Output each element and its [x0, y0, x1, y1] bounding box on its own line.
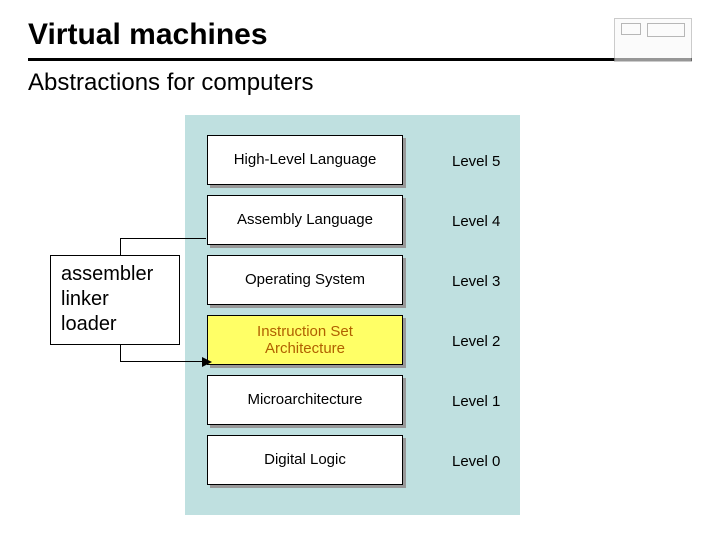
level-label: Level 1 — [452, 393, 500, 410]
level-label: Level 4 — [452, 213, 500, 230]
level-label: Level 2 — [452, 333, 500, 350]
layer-label: Instruction SetArchitecture — [207, 315, 403, 365]
layer-os: Operating System — [207, 255, 403, 305]
layer-label: Assembly Language — [207, 195, 403, 245]
layer-asm: Assembly Language — [207, 195, 403, 245]
diagram-panel: High-Level Language Level 5 Assembly Lan… — [185, 115, 520, 515]
callout-assembler: assembler linker loader — [50, 255, 180, 345]
layer-hll: High-Level Language — [207, 135, 403, 185]
title-divider — [28, 58, 692, 61]
callout-line: linker — [61, 287, 169, 312]
layer-label: Microarchitecture — [207, 375, 403, 425]
level-label: Level 5 — [452, 153, 500, 170]
slide-subtitle: Abstractions for computers — [28, 69, 692, 97]
layer-microarch: Microarchitecture — [207, 375, 403, 425]
callout-line: assembler — [61, 262, 169, 287]
connector-top — [120, 238, 206, 255]
layer-digital-logic: Digital Logic — [207, 435, 403, 485]
layer-isa: Instruction SetArchitecture — [207, 315, 403, 365]
corner-decoration — [614, 18, 692, 62]
callout-line: loader — [61, 312, 169, 337]
layer-label: High-Level Language — [207, 135, 403, 185]
layer-stack: High-Level Language Level 5 Assembly Lan… — [207, 135, 403, 495]
layer-label: Digital Logic — [207, 435, 403, 485]
level-label: Level 0 — [452, 453, 500, 470]
arrowhead-icon — [202, 357, 212, 367]
layer-label: Operating System — [207, 255, 403, 305]
slide: Virtual machines Abstractions for comput… — [0, 0, 720, 540]
slide-title: Virtual machines — [28, 18, 692, 52]
level-label: Level 3 — [452, 273, 500, 290]
connector-bottom — [120, 345, 206, 362]
